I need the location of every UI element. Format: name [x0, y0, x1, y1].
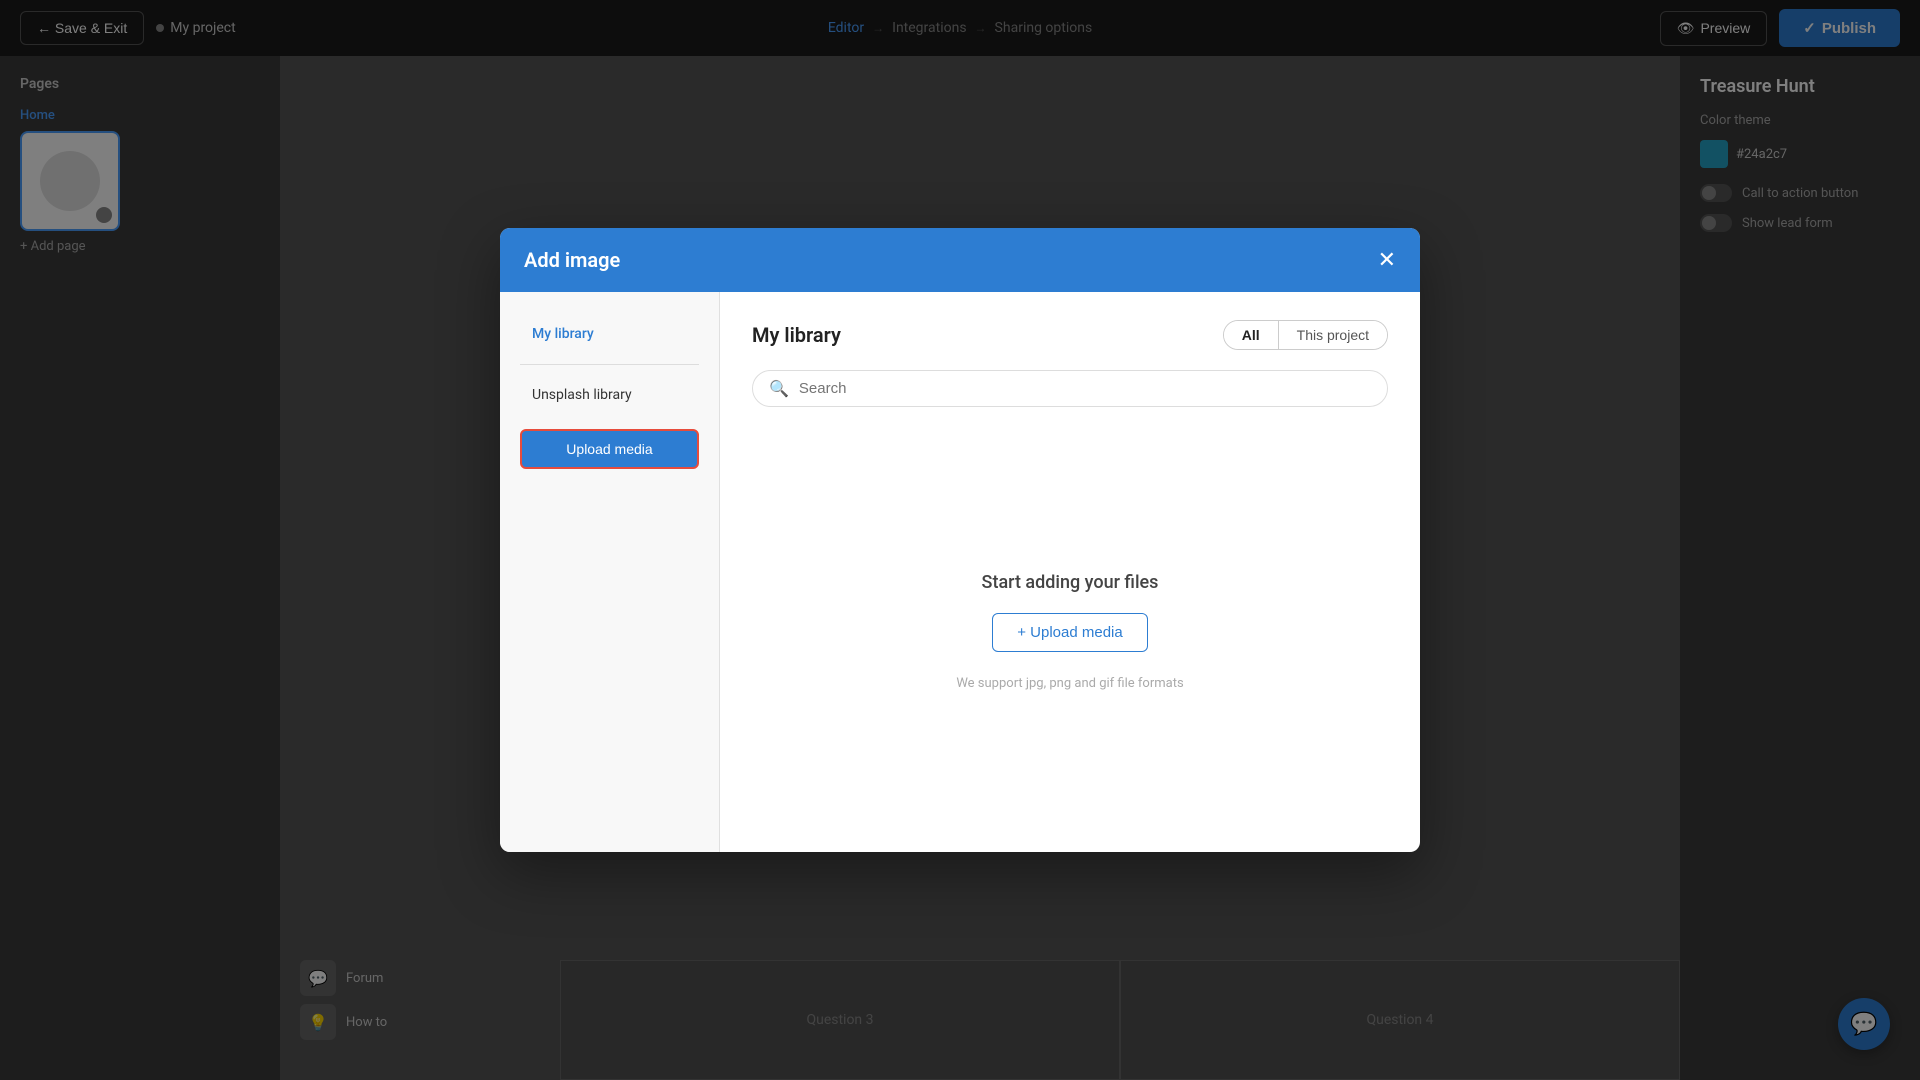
modal-main-title: My library	[752, 323, 841, 347]
upload-media-sidebar-button[interactable]: Upload media	[520, 429, 699, 469]
empty-state: Start adding your files + Upload media W…	[752, 439, 1388, 824]
my-library-tab[interactable]: My library	[520, 316, 699, 352]
search-icon: 🔍	[769, 379, 789, 398]
modal-main-content: My library All This project 🔍 Start addi…	[720, 292, 1420, 852]
support-text: We support jpg, png and gif file formats	[956, 676, 1183, 691]
empty-state-title: Start adding your files	[982, 572, 1159, 593]
sidebar-divider	[520, 364, 699, 365]
search-bar: 🔍	[752, 370, 1388, 407]
add-image-modal: Add image ✕ My library Unsplash library …	[500, 228, 1420, 852]
modal-sidebar: My library Unsplash library Upload media	[500, 292, 720, 852]
search-input[interactable]	[799, 380, 1371, 397]
upload-media-main-button[interactable]: + Upload media	[992, 613, 1147, 652]
modal-main-header: My library All This project	[752, 320, 1388, 350]
modal-title: Add image	[524, 248, 620, 272]
filter-group: All This project	[1223, 320, 1388, 350]
modal-close-button[interactable]: ✕	[1378, 249, 1396, 271]
filter-all-button[interactable]: All	[1224, 321, 1278, 349]
filter-this-project-button[interactable]: This project	[1279, 321, 1387, 349]
unsplash-library-tab[interactable]: Unsplash library	[520, 377, 699, 413]
modal-body: My library Unsplash library Upload media…	[500, 292, 1420, 852]
modal-header: Add image ✕	[500, 228, 1420, 292]
